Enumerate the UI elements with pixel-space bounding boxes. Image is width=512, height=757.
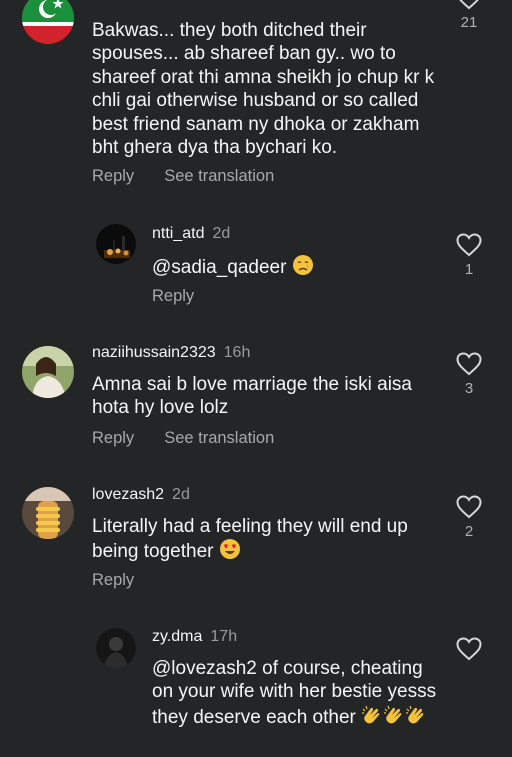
see-translation-button[interactable]: See translation xyxy=(164,429,274,447)
see-translation-button[interactable]: See translation xyxy=(164,167,274,185)
like-button[interactable] xyxy=(454,637,484,661)
clapping-hands-emoji xyxy=(405,704,427,732)
heart-outline-icon xyxy=(456,495,482,519)
comment-text: Literally had a feeling they will end up… xyxy=(92,516,408,563)
like-count: 3 xyxy=(464,380,474,397)
timestamp: 16h xyxy=(223,344,251,361)
dark-photo-avatar-icon xyxy=(96,628,136,668)
comment-actions: Reply xyxy=(92,571,134,590)
like-button[interactable]: 1 xyxy=(454,233,484,278)
heart-eyes-emoji xyxy=(219,538,241,566)
avatar[interactable] xyxy=(96,224,136,264)
username-row: ntti_atd 2d xyxy=(152,225,230,243)
heart-outline-icon xyxy=(456,352,482,376)
comment-text-row: Literally had a feeling they will end up… xyxy=(92,515,437,567)
reply-button[interactable]: Reply xyxy=(152,287,194,305)
timestamp: 2d xyxy=(172,486,190,503)
avatar[interactable] xyxy=(96,628,136,668)
mention-link[interactable]: @sadia_qadeer xyxy=(152,257,286,278)
person-photo-avatar-icon xyxy=(22,346,74,398)
username-row: zy.dma 17h xyxy=(152,628,237,646)
username[interactable]: lovezash2 xyxy=(92,486,164,503)
comment-text: Amna sai b love marriage the iski aisa h… xyxy=(92,374,412,419)
comment-actions: Reply See translation xyxy=(92,167,274,186)
comment-actions: Reply xyxy=(152,287,194,306)
comment-text-row: @sadia_qadeer xyxy=(152,254,314,282)
comment-text-row: @lovezash2 of course, cheating on your w… xyxy=(152,657,442,732)
timestamp: 17h xyxy=(210,628,238,645)
crying-face-emoji xyxy=(292,254,314,282)
like-button[interactable]: 3 xyxy=(454,352,484,397)
comment-actions: Reply See translation xyxy=(92,429,274,448)
username-row: naziihussain2323 16h xyxy=(92,344,250,362)
username[interactable]: ntti_atd xyxy=(152,225,204,242)
reply-button[interactable]: Reply xyxy=(92,429,134,447)
avatar[interactable] xyxy=(22,0,74,44)
like-count: 21 xyxy=(460,14,478,31)
clapping-hands-emoji xyxy=(383,704,405,732)
avatar[interactable] xyxy=(22,346,74,398)
avatar[interactable] xyxy=(22,487,74,539)
heart-outline-icon xyxy=(456,233,482,257)
night-lights-avatar-icon xyxy=(96,224,136,264)
like-button[interactable]: 2 xyxy=(454,495,484,540)
reply-button[interactable]: Reply xyxy=(92,167,134,185)
clapping-hands-emojis xyxy=(361,705,427,728)
clapping-hands-emoji xyxy=(361,704,383,732)
username-row: lovezash2 2d xyxy=(92,486,190,504)
reply-button[interactable]: Reply xyxy=(92,571,134,589)
username[interactable]: zy.dma xyxy=(152,628,202,645)
heart-outline-icon xyxy=(456,637,482,661)
like-button[interactable]: 21 xyxy=(454,0,484,31)
comment-text: Bakwas... they both ditched their spouse… xyxy=(92,20,435,159)
like-count: 1 xyxy=(464,261,474,278)
username[interactable]: naziihussain2323 xyxy=(92,344,216,361)
bangles-photo-avatar-icon xyxy=(22,487,74,539)
heart-outline-icon xyxy=(459,0,479,10)
flag-avatar-icon xyxy=(22,0,74,44)
like-count: 2 xyxy=(464,523,474,540)
timestamp: 2d xyxy=(212,225,231,242)
